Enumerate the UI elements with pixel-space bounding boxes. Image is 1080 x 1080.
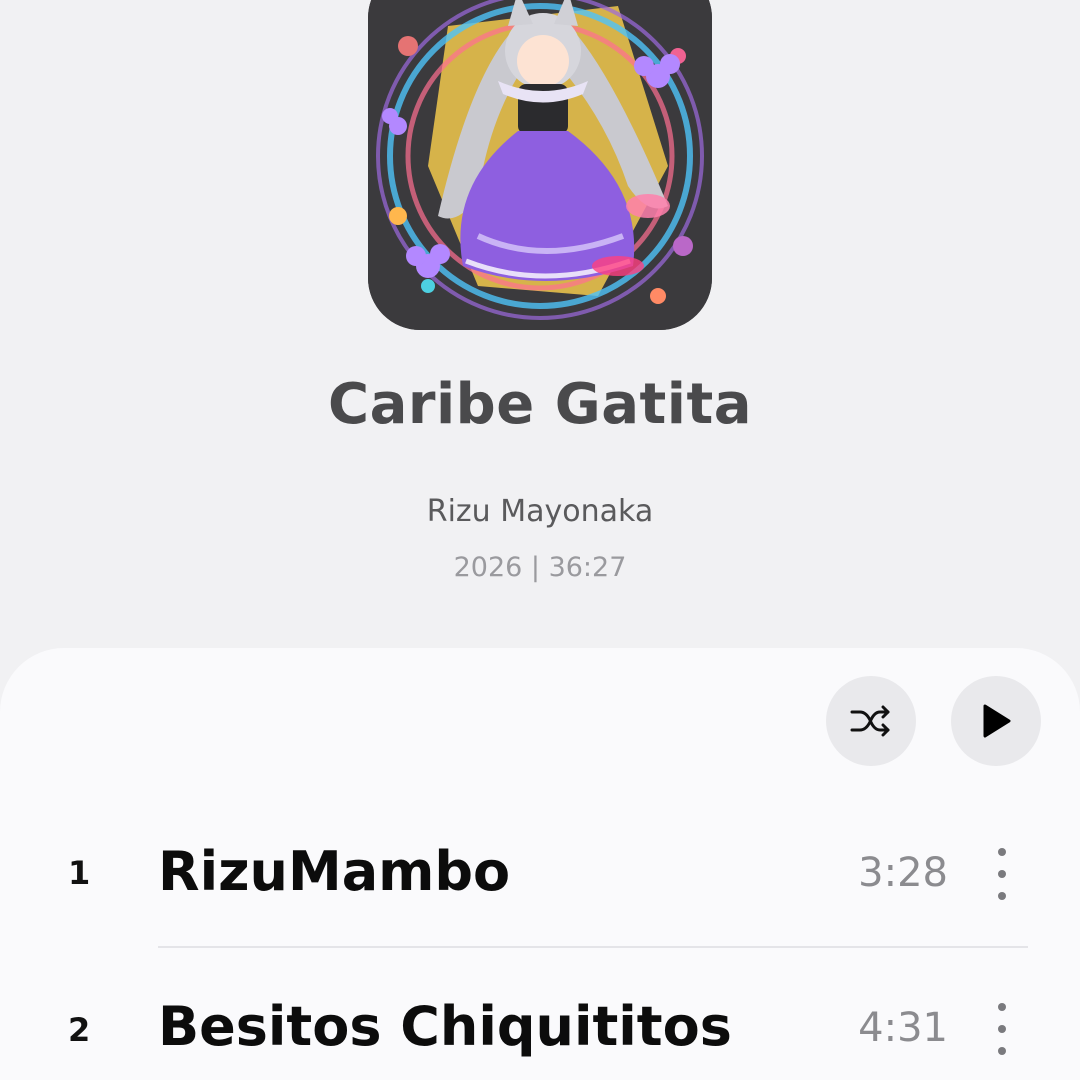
more-vert-icon-dot xyxy=(998,1047,1006,1055)
album-page: Caribe Gatita Rizu Mayonaka 2026 | 36:27… xyxy=(0,0,1080,1080)
track-row[interactable]: 1 RizuMambo 3:28 xyxy=(0,800,1080,950)
play-icon xyxy=(983,704,1011,738)
album-title: Caribe Gatita xyxy=(327,372,753,437)
album-year-duration: 2026 | 36:27 xyxy=(453,552,627,583)
album-artist[interactable]: Rizu Mayonaka xyxy=(0,494,1080,529)
track-duration: 4:31 xyxy=(858,1005,948,1051)
track-title: Besitos Chiquititos xyxy=(158,995,732,1058)
more-vert-icon-dot xyxy=(998,1025,1006,1033)
track-number: 1 xyxy=(68,854,91,892)
track-row[interactable]: 2 Besitos Chiquititos 4:31 xyxy=(0,955,1080,1080)
shuffle-icon xyxy=(850,705,890,737)
more-options-button[interactable] xyxy=(982,1003,1022,1055)
shuffle-button[interactable] xyxy=(826,676,916,766)
more-vert-icon-dot xyxy=(998,848,1006,856)
more-vert-icon-dot xyxy=(998,870,1006,878)
track-title: RizuMambo xyxy=(158,840,511,903)
track-divider xyxy=(158,946,1028,948)
track-duration: 3:28 xyxy=(858,850,948,896)
more-options-button[interactable] xyxy=(982,848,1022,900)
track-number: 2 xyxy=(68,1011,91,1049)
more-vert-icon-dot xyxy=(998,1003,1006,1011)
more-vert-icon-dot xyxy=(998,892,1006,900)
play-button[interactable] xyxy=(951,676,1041,766)
album-artwork xyxy=(368,0,712,330)
